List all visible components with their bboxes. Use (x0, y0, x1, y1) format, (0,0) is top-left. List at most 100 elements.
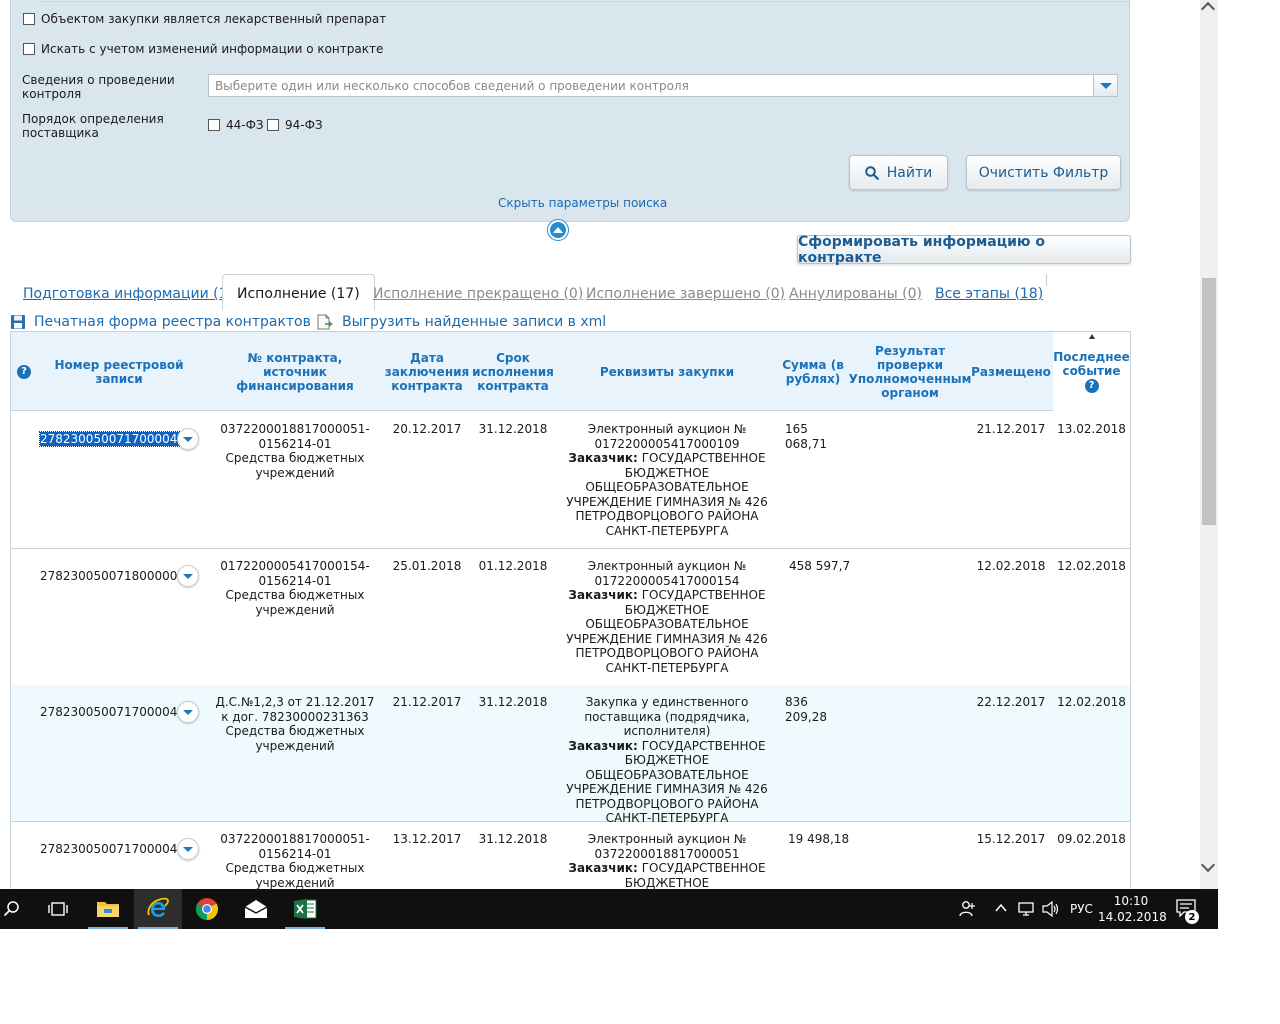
task-view-button[interactable] (34, 889, 82, 929)
table-row[interactable]: 2782300500717000048 0372200018817000051-… (11, 412, 1130, 549)
control-info-dropdown-button[interactable] (1093, 75, 1117, 96)
purchase-details: Электронный аукцион № 037220001881700005… (560, 832, 774, 889)
last-event-date: 13.02.2018 (1057, 422, 1126, 436)
find-button-label: Найти (886, 164, 933, 181)
export-xml-link[interactable]: Выгрузить найденные записи в xml (316, 314, 606, 330)
system-clock[interactable]: 10:10 14.02.2018 (1098, 893, 1167, 925)
print-registry-link[interactable]: Печатная форма реестра контрактов (10, 314, 311, 330)
control-info-label: Сведения о проведении контроля (22, 73, 175, 101)
law-44-checkbox[interactable] (208, 119, 220, 131)
conclusion-date: 13.12.2017 (392, 832, 462, 846)
notification-count-badge: 2 (1185, 910, 1199, 924)
registry-number[interactable]: 2782300500718000005 (40, 569, 185, 583)
row-expand-button[interactable] (177, 701, 199, 723)
excel-button[interactable] (281, 889, 329, 929)
conclusion-date: 25.01.2018 (392, 559, 462, 573)
registry-number[interactable]: 2782300500717000049 (40, 705, 185, 719)
registry-number[interactable]: 2782300500717000048 (38, 431, 187, 447)
control-info-select[interactable]: Выберите один или несколько способов све… (208, 74, 1118, 97)
scroll-down-icon[interactable] (1200, 857, 1216, 873)
contract-sum: 836 209,28 (785, 695, 827, 724)
internet-explorer-button[interactable] (134, 889, 182, 929)
clear-filter-button[interactable]: Очистить Фильтр (966, 155, 1121, 190)
mail-icon (244, 900, 268, 918)
customer-label: Заказчик: (568, 588, 638, 602)
changes-checkbox-row[interactable]: Искать с учетом изменений информации о к… (23, 42, 383, 56)
registry-number[interactable]: 2782300500717000044 (40, 842, 185, 856)
table-row[interactable]: 2782300500717000049 Д.С.№1,2,3 от 21.12.… (11, 685, 1130, 825)
sort-asc-icon (1088, 334, 1095, 339)
col-check-result[interactable]: Результат проверки Уполномоченным органо… (849, 332, 972, 411)
contract-sum: 458 597,7 (789, 559, 851, 573)
clock-time: 10:10 (1113, 894, 1149, 908)
customer: Заказчик: ГОСУДАРСТВЕННОЕ БЮДЖЕТНОЕ ОБЩЕ… (560, 451, 774, 538)
hide-search-params-link[interactable]: Скрыть параметры поиска (498, 196, 667, 210)
col-registry-number[interactable]: Номер реестровой записи (51, 332, 187, 411)
find-button[interactable]: Найти (849, 155, 948, 190)
col-conclusion-date[interactable]: Дата заключения контракта (381, 332, 473, 411)
generate-contract-info-button[interactable]: Сформировать информацию о контракте (797, 234, 1131, 266)
col-contract-number[interactable]: № контракта, источник финансирования (215, 332, 375, 411)
posted-date: 21.12.2017 (976, 422, 1046, 436)
drug-checkbox-row[interactable]: Объектом закупки является лекарственный … (23, 12, 386, 26)
windows-taskbar: РУС 10:10 14.02.2018 2 (0, 889, 1218, 929)
people-tray-button[interactable] (958, 900, 976, 921)
tray-expand-button[interactable] (994, 901, 1008, 918)
tab-cancelled[interactable]: Аннулированы (0) (789, 286, 922, 302)
scrollbar-thumb[interactable] (1202, 278, 1216, 525)
collapse-toggle-button[interactable] (548, 220, 568, 240)
print-registry-label: Печатная форма реестра контрактов (34, 314, 311, 330)
col-sum[interactable]: Сумма (в рублях) (777, 332, 849, 411)
row-expand-button[interactable] (177, 565, 199, 587)
task-view-icon (48, 902, 68, 916)
row-expand-button[interactable] (177, 428, 199, 450)
posted-date: 12.02.2018 (976, 559, 1046, 573)
col-purchase-details[interactable]: Реквизиты закупки (557, 332, 777, 411)
tab-all-stages[interactable]: Все этапы (18) (935, 286, 1043, 302)
col-execution-term[interactable]: Срок исполнения контракта (472, 332, 554, 411)
mail-button[interactable] (232, 889, 280, 929)
changes-checkbox[interactable] (23, 43, 35, 55)
purchase-method: Электронный аукцион № 017220000541700015… (587, 559, 747, 588)
scroll-up-icon[interactable] (1200, 1, 1216, 17)
execution-term: 31.12.2018 (478, 422, 548, 436)
posted-date: 15.12.2017 (976, 832, 1046, 846)
chevron-up-icon (553, 227, 563, 233)
help-icon[interactable]: ? (1084, 379, 1099, 393)
volume-tray-button[interactable] (1042, 900, 1060, 920)
network-tray-button[interactable] (1018, 901, 1036, 920)
purchase-details: Электронный аукцион № 017220000541700010… (560, 422, 774, 538)
table-help-cell[interactable]: ? (15, 332, 33, 411)
panel-divider (41, 1, 1129, 2)
page-scrollbar[interactable] (1200, 0, 1218, 889)
contract-sum: 165 068,71 (785, 422, 827, 451)
input-language[interactable]: РУС (1070, 902, 1093, 916)
drug-checkbox[interactable] (23, 13, 35, 25)
search-button[interactable] (0, 889, 24, 929)
col-last-event[interactable]: Последнее событие ? (1053, 332, 1130, 411)
tab-execution[interactable]: Исполнение (17) (222, 274, 375, 310)
table-row[interactable]: 2782300500717000044 0372200018817000051-… (11, 822, 1130, 889)
funding-source: Средства бюджетных учреждений (225, 451, 365, 480)
conclusion-date: 21.12.2017 (392, 695, 462, 709)
chrome-button[interactable] (183, 889, 231, 929)
law-94-checkbox[interactable] (267, 119, 279, 131)
tab-execution-terminated[interactable]: Исполнение прекращено (0) (373, 286, 583, 302)
table-row[interactable]: 2782300500718000005 0172200005417000154-… (11, 549, 1130, 686)
help-icon[interactable]: ? (17, 364, 31, 379)
clock-date: 14.02.2018 (1098, 910, 1167, 924)
last-event-date: 12.02.2018 (1057, 559, 1126, 573)
export-document-icon (317, 314, 333, 330)
purchase-method: Электронный аукцион № 017220000541700010… (587, 422, 747, 451)
tab-execution-completed[interactable]: Исполнение завершено (0) (586, 286, 785, 302)
file-explorer-button[interactable] (84, 889, 132, 929)
contract-cell: 0172200005417000154-0156214-01 Средства … (215, 559, 375, 617)
tab-preparation[interactable]: Подготовка информации (1) (23, 286, 233, 302)
law-44-option[interactable]: 44-ФЗ (208, 118, 264, 132)
drug-checkbox-label: Объектом закупки является лекарственный … (41, 12, 387, 26)
posted-date: 22.12.2017 (976, 695, 1046, 709)
contract-number: 0372200018817000051-0156214-01 (220, 422, 370, 451)
row-expand-button[interactable] (177, 838, 199, 860)
col-posted[interactable]: Размещено (969, 332, 1053, 411)
law-94-option[interactable]: 94-ФЗ (267, 118, 323, 132)
